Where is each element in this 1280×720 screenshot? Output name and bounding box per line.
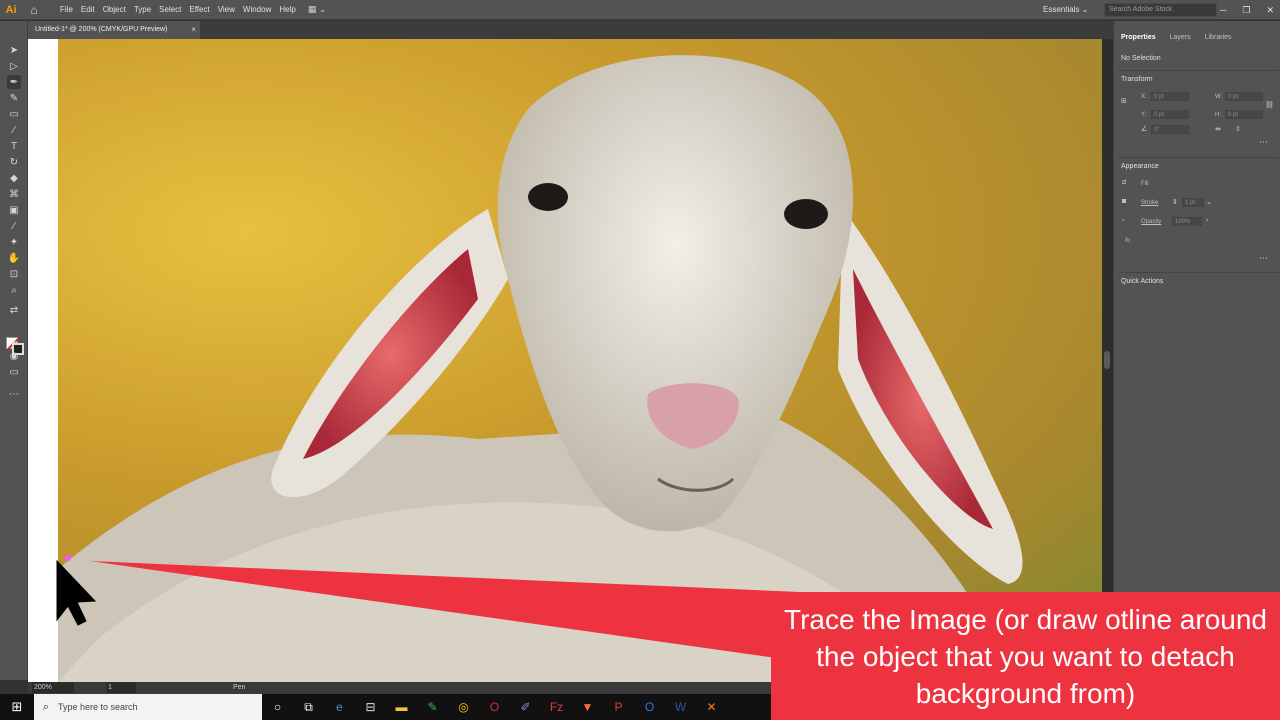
illustrator-window: Ai ⌂ File Edit Object Type Select Effect…	[0, 0, 1280, 720]
anchor-point-marker	[65, 555, 71, 561]
tutorial-callout: Trace the Image (or draw otline around t…	[771, 592, 1280, 720]
pen-cursor-icon	[56, 559, 97, 626]
callout-arrow-shape	[90, 561, 800, 660]
